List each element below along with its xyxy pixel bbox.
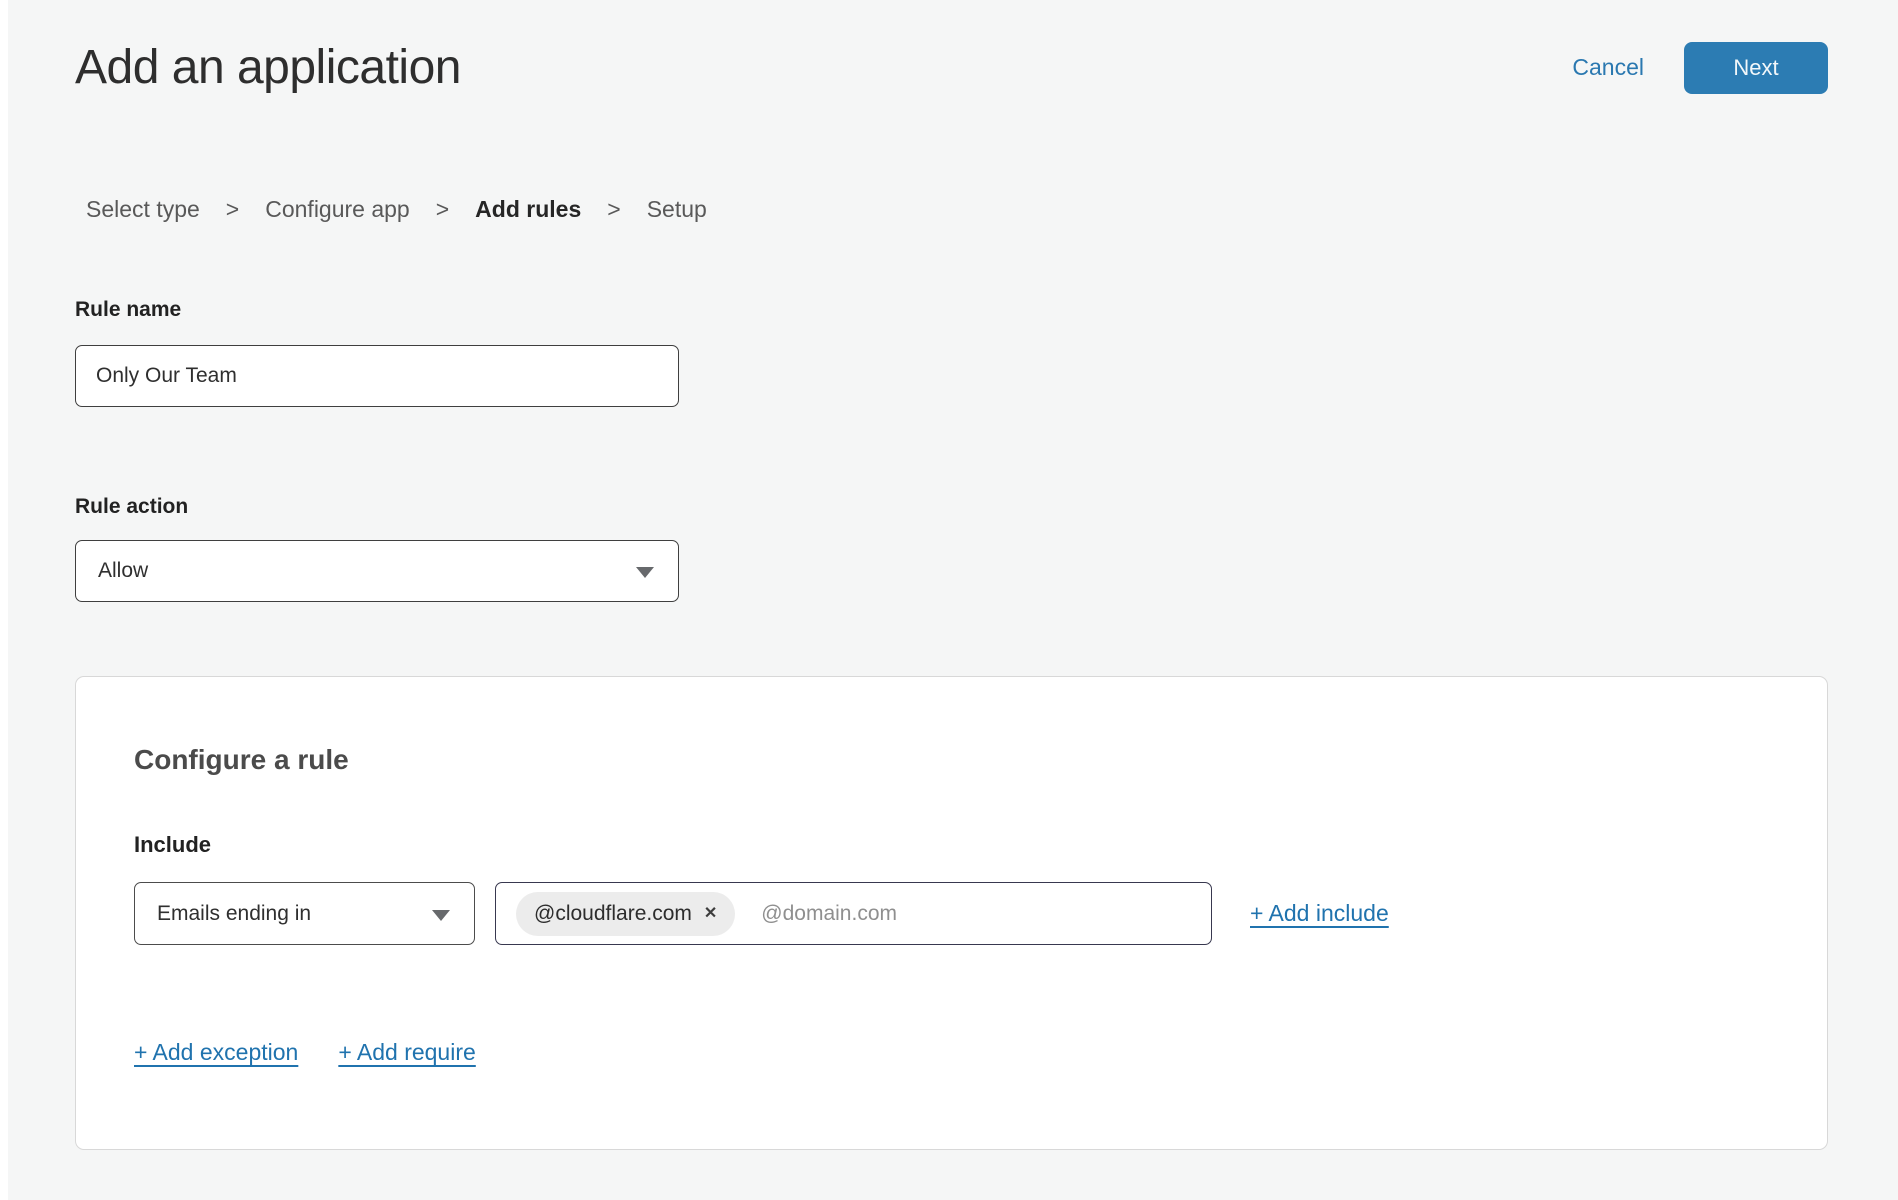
rule-action-selected-value: Allow	[98, 559, 148, 583]
breadcrumb-step-configure-app[interactable]: Configure app	[265, 195, 410, 223]
include-rule-row: Emails ending in @cloudflare.com ✕ + Add…	[134, 882, 1769, 945]
rule-action-label: Rule action	[75, 494, 1898, 520]
header: Add an application Cancel Next	[75, 40, 1828, 95]
add-exception-link[interactable]: + Add exception	[134, 1039, 298, 1066]
breadcrumb: Select type > Configure app > Add rules …	[86, 195, 1898, 223]
include-selector-select[interactable]: Emails ending in	[134, 882, 475, 945]
breadcrumb-separator: >	[226, 195, 239, 223]
breadcrumb-step-add-rules[interactable]: Add rules	[475, 195, 581, 223]
chevron-down-icon	[432, 910, 450, 921]
breadcrumb-separator: >	[436, 195, 449, 223]
rule-name-label: Rule name	[75, 297, 1898, 323]
add-include-link[interactable]: + Add include	[1250, 900, 1389, 927]
card-title: Configure a rule	[134, 743, 1769, 777]
email-domain-input[interactable]	[735, 883, 1197, 944]
configure-rule-card: Configure a rule Include Emails ending i…	[75, 676, 1828, 1150]
include-label: Include	[134, 831, 1769, 858]
include-selector-value: Emails ending in	[157, 902, 311, 926]
breadcrumb-step-select-type[interactable]: Select type	[86, 195, 200, 223]
email-domain-chip: @cloudflare.com ✕	[516, 892, 735, 936]
chip-label: @cloudflare.com	[534, 902, 692, 926]
breadcrumb-separator: >	[607, 195, 620, 223]
cancel-button[interactable]: Cancel	[1572, 54, 1644, 81]
include-value-input-container[interactable]: @cloudflare.com ✕	[495, 882, 1212, 945]
rule-form: Rule name Rule action Allow	[75, 297, 1898, 602]
rule-extra-actions: + Add exception + Add require	[134, 1039, 1769, 1066]
add-require-link[interactable]: + Add require	[338, 1039, 475, 1066]
rule-name-input[interactable]	[75, 345, 679, 407]
chevron-down-icon	[636, 567, 654, 578]
page-left-edge	[0, 0, 8, 1200]
page-title: Add an application	[75, 40, 1572, 95]
breadcrumb-step-setup[interactable]: Setup	[647, 195, 707, 223]
close-icon[interactable]: ✕	[704, 906, 717, 922]
next-button[interactable]: Next	[1684, 42, 1828, 94]
rule-action-select[interactable]: Allow	[75, 540, 679, 602]
